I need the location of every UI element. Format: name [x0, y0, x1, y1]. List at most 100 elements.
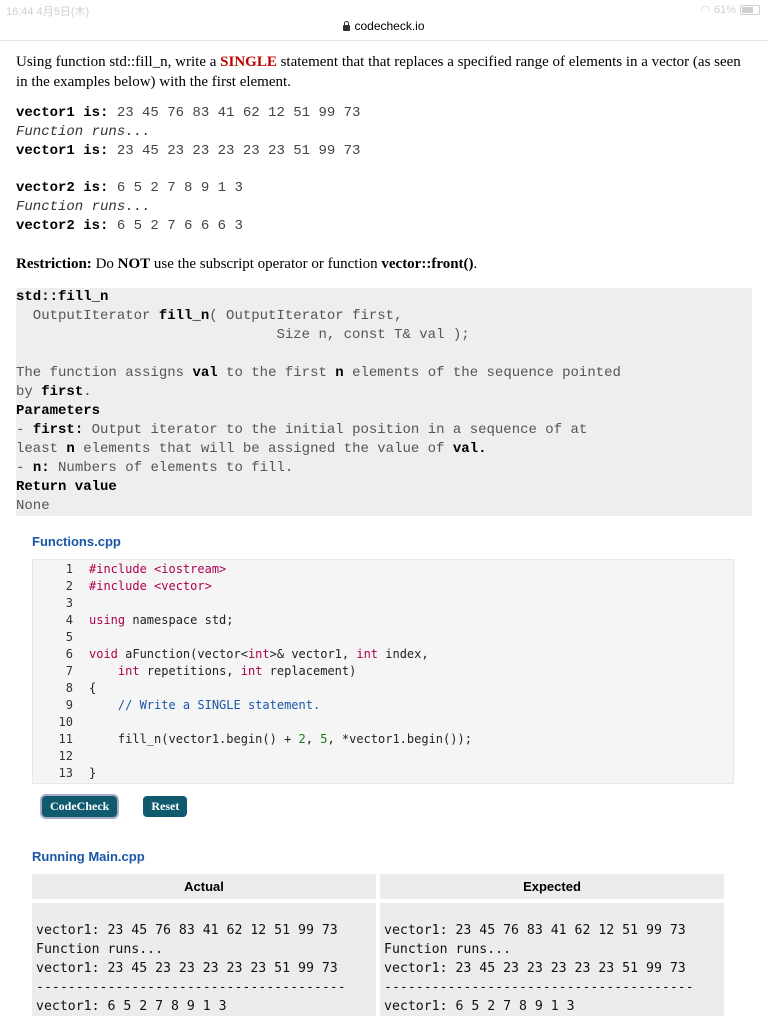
restriction-text: Do — [91, 256, 118, 272]
wifi-icon: ◠ — [700, 4, 710, 16]
code-text: replacement) — [262, 664, 357, 678]
line-number: 4 — [65, 613, 73, 627]
status-bar: 16:44 4月5日(木) ◠ 61% — [0, 0, 768, 18]
code-text: } — [89, 766, 97, 780]
doc-keyword: n — [335, 365, 344, 381]
line-number: 8 — [65, 681, 73, 695]
expected-header: Expected — [380, 874, 724, 899]
code-keyword: int — [247, 647, 270, 661]
code-text: , *vector1.begin()); — [327, 732, 472, 746]
doc-description: The function assigns val to the first n … — [16, 364, 752, 516]
restriction-label: Restriction: — [16, 256, 92, 272]
running-title: Running Main.cpp — [32, 849, 145, 864]
doc-signature: std::fill_n OutputIterator fill_n( Outpu… — [16, 288, 752, 345]
code-line[interactable]: 6 void aFunction(vector<int>& vector1, in… — [33, 646, 733, 663]
intro-text: Using function std::fill_n, write a — [16, 54, 221, 70]
example-runs: Function runs... — [16, 199, 151, 215]
action-buttons: CodeCheck Reset — [42, 796, 752, 817]
doc-text: Output iterator to the initial position … — [83, 422, 588, 438]
code-line[interactable]: 10 — [33, 714, 733, 731]
restriction-text: . — [473, 256, 478, 272]
doc-sig: OutputIterator — [16, 308, 159, 324]
code-line[interactable]: 12 — [33, 748, 733, 765]
intro-emphasis: SINGLE — [220, 54, 277, 70]
code-line[interactable]: 7 int repetitions, int replacement) — [33, 663, 733, 680]
code-keyword: int — [356, 647, 379, 661]
doc-text: least — [16, 441, 67, 457]
line-number: 5 — [65, 630, 73, 644]
status-right: ◠ 61% — [700, 3, 760, 16]
status-time: 16:44 4月5日(木) — [6, 6, 90, 18]
code-line[interactable]: 13} — [33, 765, 733, 782]
code-line[interactable]: 11 fill_n(vector1.begin() + 2, 5, *vecto… — [33, 731, 733, 748]
doc-text: - — [16, 422, 33, 438]
doc-params-title: Parameters — [16, 403, 101, 419]
code-text: repetitions, — [139, 664, 241, 678]
code-line[interactable]: 8{ — [33, 680, 733, 697]
doc-keyword: n — [66, 441, 75, 457]
reset-button[interactable]: Reset — [143, 796, 188, 817]
battery-icon — [740, 4, 760, 15]
doc-keyword: val — [192, 365, 218, 381]
doc-text: The function assigns — [16, 365, 193, 381]
restriction-text: use the subscript operator or function — [150, 256, 382, 272]
code-comment: // Write a SINGLE statement. — [89, 698, 321, 712]
doc-return-title: Return value — [16, 479, 117, 495]
line-number: 1 — [65, 562, 73, 576]
example-values: 6 5 2 7 6 6 6 3 — [108, 218, 243, 234]
doc-text: Numbers of elements to fill. — [49, 460, 294, 476]
code-line[interactable]: 9 // Write a SINGLE statement. — [33, 697, 733, 714]
code-line[interactable]: 4 using namespace std; — [33, 612, 733, 629]
line-number: 12 — [58, 749, 73, 763]
actual-column: Actual vector1: 23 45 76 83 41 62 12 51 … — [32, 874, 376, 1016]
restriction: Restriction: Do NOT use the subscript op… — [16, 254, 752, 274]
doc-text: elements of the sequence pointed — [343, 365, 621, 381]
code-keyword: void — [89, 647, 118, 661]
code-keyword: using — [89, 613, 126, 627]
doc-sig-name: fill_n — [158, 308, 210, 324]
code-editor[interactable]: 1 #include <iostream> 2 #include <vector> … — [32, 559, 734, 784]
codecheck-button[interactable]: CodeCheck — [42, 796, 118, 817]
code-text: >& vector1, — [269, 647, 357, 661]
results-table: Actual vector1: 23 45 76 83 41 62 12 51 … — [32, 874, 741, 1016]
line-number: 6 — [65, 647, 73, 661]
doc-text: - — [16, 460, 33, 476]
code-keyword: int — [240, 664, 263, 678]
example-label: vector2 is: — [16, 218, 109, 234]
documentation-box: std::fill_n OutputIterator fill_n( Outpu… — [16, 288, 752, 516]
lock-icon — [343, 21, 351, 31]
code-text: fill_n(vector1.begin() + — [89, 732, 299, 746]
example-values: 6 5 2 7 8 9 1 3 — [108, 180, 243, 196]
doc-function-name: std::fill_n — [16, 289, 109, 305]
doc-keyword: first — [41, 384, 84, 400]
code-text: #include <iostream> — [89, 562, 227, 576]
example-runs: Function runs... — [16, 124, 151, 140]
doc-text: by — [16, 384, 42, 400]
expected-output: vector1: 23 45 76 83 41 62 12 51 99 73 F… — [380, 903, 724, 1016]
code-text: , — [305, 732, 321, 746]
code-line[interactable]: 3 — [33, 595, 733, 612]
line-number: 10 — [58, 715, 73, 729]
line-number: 2 — [65, 579, 73, 593]
code-text: index, — [378, 647, 429, 661]
expected-column: Expected vector1: 23 45 76 83 41 62 12 5… — [380, 874, 724, 1016]
line-number: 3 — [65, 596, 73, 610]
line-number: 7 — [65, 664, 73, 678]
doc-text: to the first — [217, 365, 336, 381]
address-bar[interactable]: codecheck.io — [0, 18, 768, 41]
line-number: 13 — [58, 766, 73, 780]
problem-statement: Using function std::fill_n, write a SING… — [16, 52, 752, 92]
actual-header: Actual — [32, 874, 376, 899]
code-line[interactable]: 2 #include <vector> — [33, 578, 733, 595]
example-label: vector1 is: — [16, 143, 109, 159]
example-values: 23 45 76 83 41 62 12 51 99 73 — [108, 105, 361, 121]
doc-keyword: val. — [452, 441, 487, 457]
doc-text: . — [83, 384, 92, 400]
actual-output: vector1: 23 45 76 83 41 62 12 51 99 73 F… — [32, 903, 376, 1016]
code-line[interactable]: 5 — [33, 629, 733, 646]
doc-sig: ( OutputIterator first, — [209, 308, 403, 324]
code-line[interactable]: 1 #include <iostream> — [33, 561, 733, 578]
example-label: vector2 is: — [16, 180, 109, 196]
line-number: 9 — [65, 698, 73, 712]
